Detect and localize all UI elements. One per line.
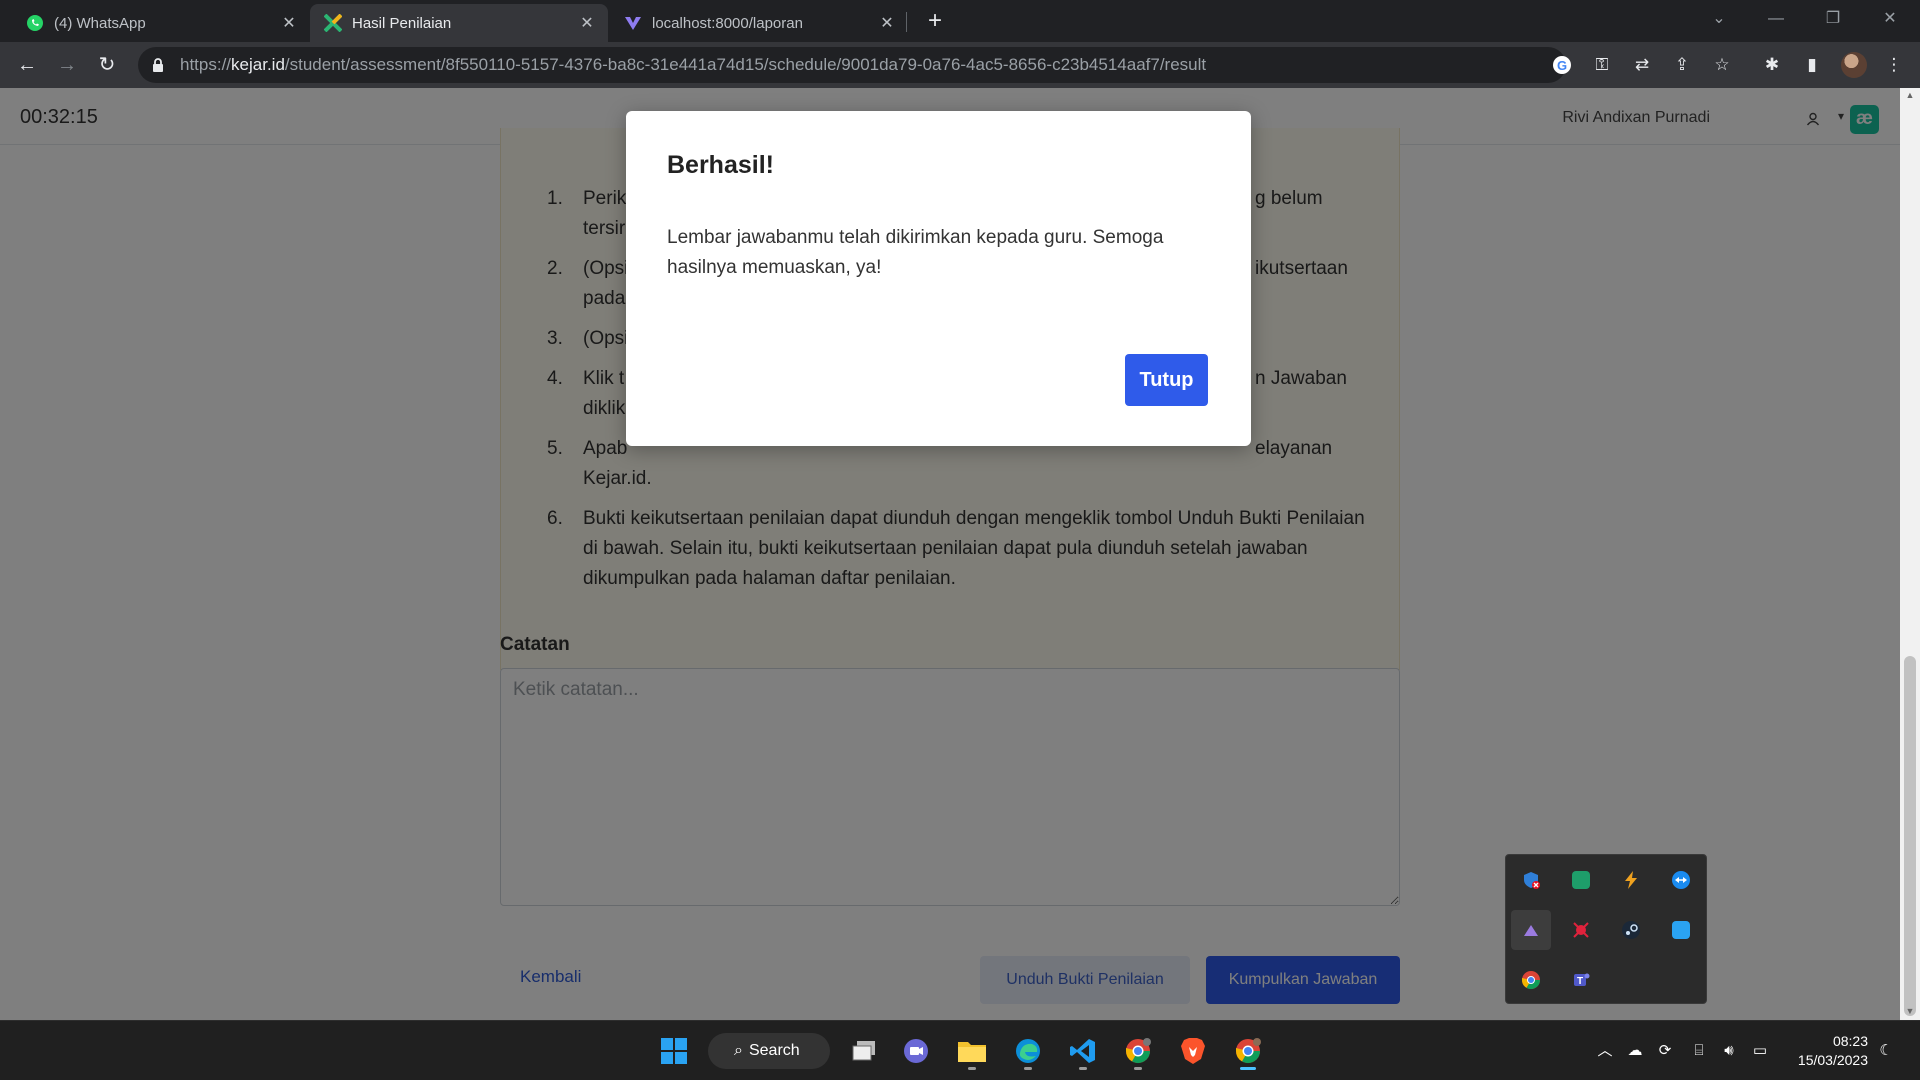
close-window-button[interactable]: ✕ xyxy=(1868,0,1912,40)
search-label: Search xyxy=(748,1042,800,1059)
teams-icon[interactable]: T xyxy=(1561,960,1601,1000)
success-modal: Berhasil! Lembar jawabanmu telah dikirim… xyxy=(626,111,1251,446)
scroll-thumb[interactable] xyxy=(1904,656,1916,1016)
tab-hasil-penilaian[interactable]: Hasil Penilaian ✕ xyxy=(310,4,608,42)
tab-title: localhost:8000/laporan xyxy=(652,14,803,32)
chrome-profile-2-icon[interactable] xyxy=(1228,1031,1268,1071)
tab-title: (4) WhatsApp xyxy=(54,14,146,32)
taskbar-search[interactable]: ⌕ Search xyxy=(708,1033,830,1069)
show-hidden-icons-chevron[interactable]: ︿ xyxy=(1595,1042,1615,1060)
volume-icon[interactable]: 🔊︎ xyxy=(1719,1042,1739,1060)
profile-avatar[interactable] xyxy=(1841,52,1867,78)
sync-icon[interactable]: ⟳ xyxy=(1655,1042,1675,1060)
tab-search-icon[interactable]: ⌄ xyxy=(1697,0,1741,40)
svg-text:G: G xyxy=(1557,58,1567,73)
svg-text:T: T xyxy=(1577,976,1583,987)
close-modal-button[interactable]: Tutup xyxy=(1125,354,1208,406)
tab-separator xyxy=(906,12,907,32)
chrome-tray-icon[interactable] xyxy=(1511,960,1551,1000)
running-indicator xyxy=(1024,1067,1032,1070)
new-tab-button[interactable]: + xyxy=(920,6,950,36)
network-icon[interactable]: ⌸ xyxy=(1689,1042,1709,1060)
translate-icon[interactable]: ⇄ xyxy=(1632,55,1652,75)
security-shield-icon[interactable] xyxy=(1511,860,1551,900)
clock-date: 15/03/2023 xyxy=(1797,1052,1868,1068)
forward-arrow-icon[interactable]: → xyxy=(52,50,82,80)
running-indicator xyxy=(1134,1067,1142,1070)
back-arrow-icon[interactable]: ← xyxy=(12,50,42,80)
vite-icon xyxy=(624,14,642,32)
bookmark-star-icon[interactable]: ☆ xyxy=(1712,55,1732,75)
restore-button[interactable]: ❐ xyxy=(1811,0,1855,40)
google-icon[interactable]: G xyxy=(1552,55,1572,75)
address-bar[interactable]: https://kejar.id/student/assessment/8f55… xyxy=(138,47,1730,83)
reload-icon[interactable]: ↻ xyxy=(92,50,122,80)
focus-moon-icon[interactable]: ☾ xyxy=(1876,1042,1896,1060)
running-indicator xyxy=(968,1067,976,1070)
windows-start-icon[interactable] xyxy=(654,1031,694,1071)
chrome-profile-1-icon[interactable] xyxy=(1118,1031,1158,1071)
running-indicator xyxy=(1079,1067,1087,1070)
chat-icon[interactable] xyxy=(896,1031,936,1071)
minimize-button[interactable]: — xyxy=(1754,0,1798,40)
steam-icon[interactable] xyxy=(1611,910,1651,950)
search-icon: ⌕ xyxy=(734,1042,743,1059)
file-explorer-icon[interactable] xyxy=(952,1031,992,1071)
app-tray-icon[interactable] xyxy=(1511,910,1551,950)
modal-message: Lembar jawabanmu telah dikirimkan kepada… xyxy=(667,227,1164,278)
side-panel-icon[interactable]: ▮ xyxy=(1802,55,1822,75)
browser-tab-bar: (4) WhatsApp ✕ Hasil Penilaian ✕ localho… xyxy=(0,0,1920,42)
close-tab-icon[interactable]: ✕ xyxy=(578,13,596,33)
close-tab-icon[interactable]: ✕ xyxy=(280,13,298,33)
clock-time: 08:23 xyxy=(1832,1033,1868,1049)
lightning-icon[interactable] xyxy=(1611,860,1651,900)
lock-icon xyxy=(152,58,166,72)
tab-whatsapp[interactable]: (4) WhatsApp ✕ xyxy=(12,4,310,42)
share-icon[interactable]: ⇪ xyxy=(1672,55,1692,75)
taskbar-clock[interactable]: 08:23 15/03/2023 xyxy=(1786,1032,1868,1070)
url-text: https://kejar.id/student/assessment/8f55… xyxy=(180,55,1207,74)
tab-title: Hasil Penilaian xyxy=(352,14,452,32)
modal-title: Berhasil! xyxy=(667,151,774,179)
browser-menu-icon[interactable]: ⋮ xyxy=(1884,55,1904,75)
extensions-icon[interactable]: ✱ xyxy=(1762,55,1782,75)
blue-app-icon[interactable] xyxy=(1661,910,1701,950)
battery-icon[interactable]: ▭ xyxy=(1750,1042,1770,1060)
brave-icon[interactable] xyxy=(1173,1031,1213,1071)
green-app-icon[interactable] xyxy=(1561,860,1601,900)
key-icon[interactable]: ⚿ xyxy=(1592,55,1612,75)
task-view-icon[interactable] xyxy=(844,1031,884,1071)
whatsapp-icon xyxy=(26,14,44,32)
edge-icon[interactable] xyxy=(1008,1031,1048,1071)
windows-taskbar: ⌕ Search ︿ ☁ ⟳ ⌸ 🔊︎ ▭ 08:23 15/03/2023 ☾ xyxy=(0,1020,1920,1080)
browser-toolbar: ← → ↻ https://kejar.id/student/assessmen… xyxy=(0,42,1920,88)
red-app-icon[interactable] xyxy=(1561,910,1601,950)
scroll-up-icon[interactable]: ▲ xyxy=(1904,90,1916,102)
teamviewer-icon[interactable] xyxy=(1661,860,1701,900)
tab-localhost-laporan[interactable]: localhost:8000/laporan ✕ xyxy=(610,4,908,42)
close-tab-icon[interactable]: ✕ xyxy=(878,13,896,33)
active-indicator xyxy=(1240,1067,1256,1070)
kejar-icon xyxy=(324,14,342,32)
page-scrollbar[interactable]: ▲ ▼ xyxy=(1900,88,1920,1020)
tray-overflow-flyout: T xyxy=(1505,854,1707,1004)
scroll-down-icon[interactable]: ▼ xyxy=(1904,1006,1916,1018)
vscode-icon[interactable] xyxy=(1063,1031,1103,1071)
onedrive-cloud-icon[interactable]: ☁ xyxy=(1625,1042,1645,1060)
